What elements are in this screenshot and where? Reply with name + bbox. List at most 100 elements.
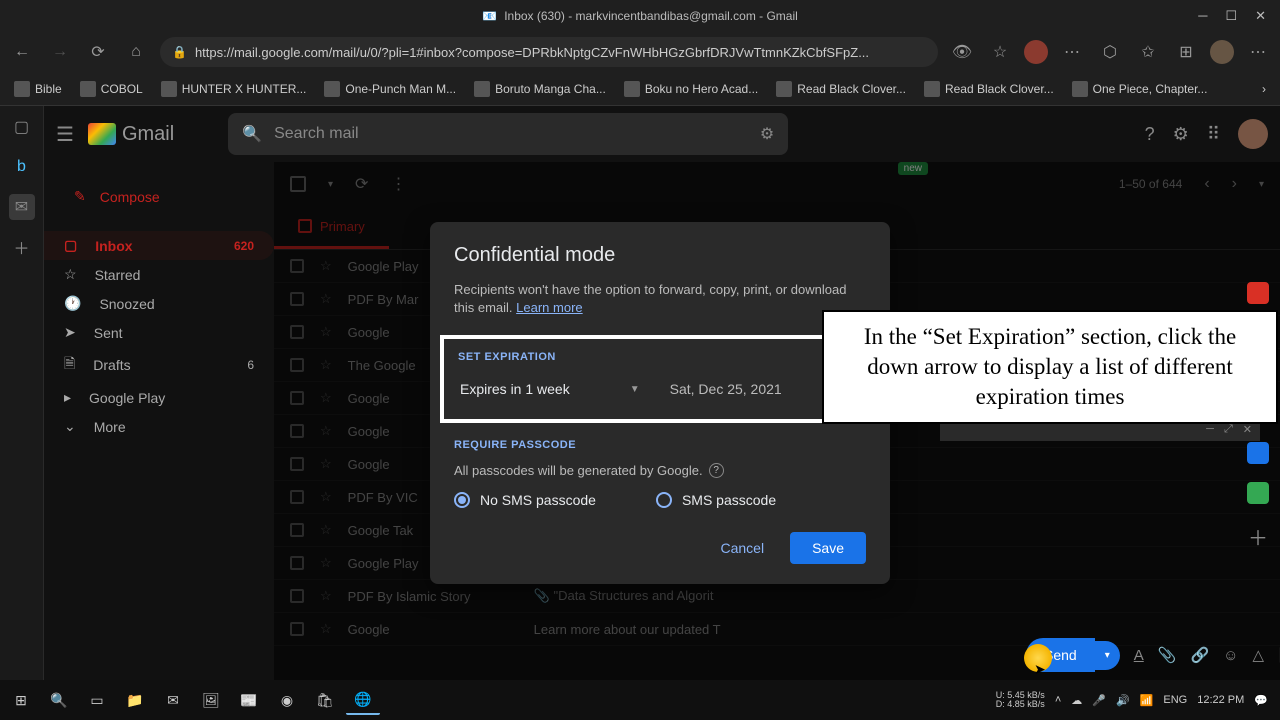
expiration-value: Expires in 1 week [460,381,570,397]
refresh-button[interactable]: ⟳ [84,38,112,66]
net-speed: U: 5.45 kB/s D: 4.85 kB/s [996,691,1045,709]
send-options-button[interactable]: ▾ [1095,641,1120,670]
tab-action-icon[interactable]: ▢ [9,114,35,140]
bookmark-hunter[interactable]: HUNTER X HUNTER... [155,78,313,100]
search-icon: 🔍 [242,124,262,144]
no-sms-radio[interactable]: No SMS passcode [454,492,596,508]
label-icon: ▸ [64,389,71,406]
help-icon[interactable]: ? [709,463,724,478]
window-title: Inbox (630) - markvincentbandibas@gmail.… [504,9,798,23]
close-button[interactable]: ✕ [1255,8,1266,24]
nav-sent[interactable]: ➤Sent [44,318,274,347]
news-icon[interactable]: 📰 [232,685,266,715]
nav-snoozed[interactable]: 🕐Snoozed [44,289,274,318]
popout-compose-icon[interactable]: ⤢ [1224,423,1233,436]
store-icon[interactable]: 🛍 [308,685,342,715]
language-indicator[interactable]: ENG [1163,694,1187,706]
search-button[interactable]: 🔍 [42,685,76,715]
clock[interactable]: 12:22 PM [1197,694,1244,706]
nav-starred[interactable]: ☆Starred [44,260,274,289]
main-menu-icon[interactable]: ☰ [56,122,74,147]
search-options-icon[interactable]: ⚙ [760,124,774,144]
nav-googleplay[interactable]: ▸Google Play [44,383,274,412]
bookmarks-bar: Bible COBOL HUNTER X HUNTER... One-Punch… [0,72,1280,106]
save-button[interactable]: Save [790,532,866,564]
gmail-tab-icon[interactable]: ✉ [9,194,35,220]
bookmark-bc2[interactable]: Read Black Clover... [918,78,1060,100]
bookmarks-more[interactable]: › [1256,79,1272,99]
wifi-icon[interactable]: 📶 [1140,694,1154,707]
minimize-compose-icon[interactable]: ─ [1206,423,1214,435]
reader-icon[interactable]: 👁 [948,38,976,66]
profile-badge[interactable] [1024,40,1048,64]
drive-icon[interactable]: △ [1252,646,1264,664]
back-button[interactable]: ← [8,38,36,66]
gmail-logo[interactable]: Gmail [88,123,174,146]
gmail-favicon: 📧 [482,9,496,23]
bookmark-boruto[interactable]: Boruto Manga Cha... [468,78,612,100]
edge-icon[interactable]: 🌐 [346,685,380,715]
format-icon[interactable]: A [1134,647,1144,664]
forward-button[interactable]: → [46,38,74,66]
add-tab-icon[interactable]: ＋ [9,234,35,260]
bookmark-boku[interactable]: Boku no Hero Acad... [618,78,764,100]
send-icon: ➤ [64,324,76,341]
cancel-button[interactable]: Cancel [704,532,780,564]
home-button[interactable]: ⌂ [122,38,150,66]
tray-expand-icon[interactable]: ˄ [1055,694,1061,706]
link-icon[interactable]: 🔗 [1190,646,1209,664]
chrome-icon[interactable]: ◉ [270,685,304,715]
emoji-icon[interactable]: ☺ [1223,647,1238,664]
search-input[interactable]: 🔍 Search mail ⚙ [228,113,788,155]
menu-dots-icon[interactable]: ⋯ [1058,38,1086,66]
addon1-icon[interactable] [1247,442,1269,464]
support-icon[interactable]: ? [1145,124,1155,145]
set-expiration-section: SET EXPIRATION Expires in 1 week ▼ Sat, … [440,335,880,423]
nav-inbox[interactable]: ▢Inbox620 [44,231,274,260]
settings-dots-icon[interactable]: ⋯ [1244,38,1272,66]
bookmark-onepiece[interactable]: One Piece, Chapter... [1066,78,1214,100]
bookmark-cobol[interactable]: COBOL [74,78,149,100]
photos-icon[interactable]: 🖼 [194,685,228,715]
compose-button[interactable]: ✎ Compose [56,176,262,217]
star-icon: ☆ [64,266,77,283]
apps-icon[interactable]: ⠿ [1207,124,1220,145]
bing-icon[interactable]: b [9,154,35,180]
maximize-button[interactable]: ☐ [1225,8,1237,24]
nav-drafts[interactable]: 🗎Drafts6 [44,347,274,383]
bookmark-opm[interactable]: One-Punch Man M... [318,78,462,100]
onedrive-icon[interactable]: ☁ [1071,694,1082,707]
clock-icon: 🕐 [64,295,81,312]
passcode-note: All passcodes will be generated by Googl… [454,463,866,478]
profile-icon[interactable] [1210,40,1234,64]
notifications-icon[interactable]: 💬 [1254,694,1268,707]
taskview-button[interactable]: ▭ [80,685,114,715]
sms-radio[interactable]: SMS passcode [656,492,776,508]
explorer-icon[interactable]: 📁 [118,685,152,715]
start-button[interactable]: ⊞ [4,685,38,715]
get-addons-icon[interactable]: ＋ [1248,522,1268,551]
collections-icon[interactable]: ⊞ [1172,38,1200,66]
minimize-button[interactable]: ─ [1198,8,1207,24]
calendar-icon[interactable] [1247,282,1269,304]
chevron-down-icon: ▼ [630,384,640,395]
bookmark-bible[interactable]: Bible [8,78,68,100]
bookmark-bc1[interactable]: Read Black Clover... [770,78,912,100]
attach-icon[interactable]: 📎 [1158,646,1177,664]
volume-icon[interactable]: 🔊 [1116,694,1130,707]
set-expiration-label: SET EXPIRATION [458,351,862,363]
mic-icon[interactable]: 🎤 [1092,694,1106,707]
favorite-icon[interactable]: ☆ [986,38,1014,66]
extensions-icon[interactable]: ⬡ [1096,38,1124,66]
settings-icon[interactable]: ⚙ [1173,124,1189,145]
search-placeholder: Search mail [274,125,358,143]
mail-icon[interactable]: ✉ [156,685,190,715]
favorites-icon[interactable]: ✩ [1134,38,1162,66]
nav-more[interactable]: ⌄More [44,412,274,441]
address-bar[interactable]: 🔒 https://mail.google.com/mail/u/0/?pli=… [160,37,938,67]
inbox-icon: ▢ [64,237,77,254]
account-avatar[interactable] [1238,119,1268,149]
learn-more-link[interactable]: Learn more [516,300,582,315]
addon2-icon[interactable] [1247,482,1269,504]
expiration-dropdown[interactable]: Expires in 1 week ▼ [458,375,642,403]
